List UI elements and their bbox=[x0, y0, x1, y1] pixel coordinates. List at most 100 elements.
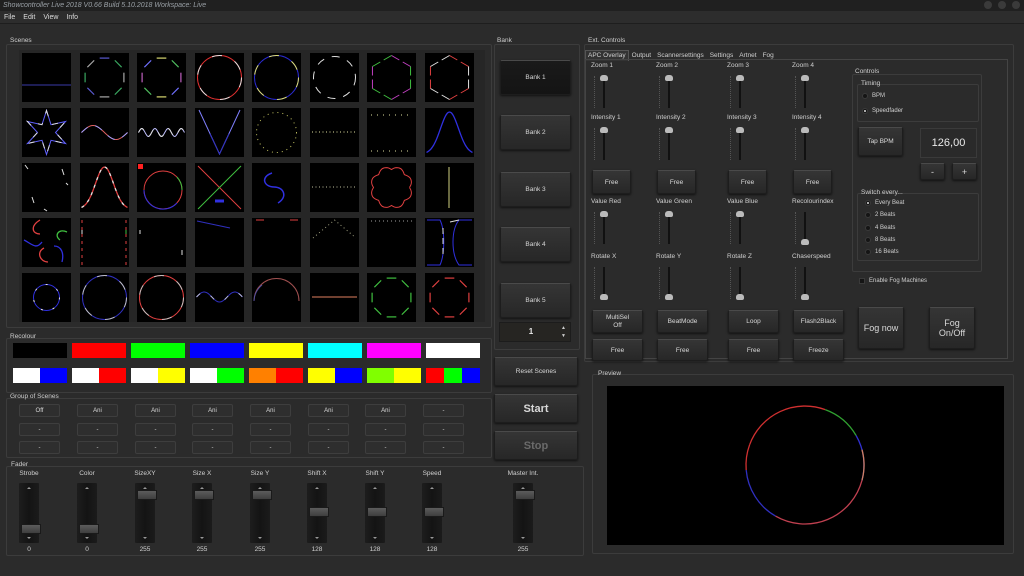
slider-thumb[interactable] bbox=[801, 294, 809, 300]
scene-tile[interactable] bbox=[252, 108, 301, 157]
scene-tile[interactable] bbox=[367, 108, 416, 157]
fader-slider[interactable] bbox=[365, 483, 387, 543]
group-scene-button[interactable]: Off bbox=[19, 404, 60, 417]
scene-tile[interactable] bbox=[22, 53, 71, 102]
fader-thumb[interactable] bbox=[424, 507, 444, 517]
scene-tile[interactable] bbox=[252, 163, 301, 212]
fader-up-arrow-icon[interactable] bbox=[85, 487, 89, 489]
fader-thumb[interactable] bbox=[252, 490, 272, 500]
apc-slider[interactable] bbox=[728, 126, 748, 162]
slider-thumb[interactable] bbox=[600, 75, 608, 81]
bank-spinner[interactable]: 1 ▲ ▼ bbox=[499, 322, 571, 342]
fader-up-arrow-icon[interactable] bbox=[521, 487, 525, 489]
apc-bottom-button[interactable]: Free bbox=[657, 339, 708, 361]
fog-now-button[interactable]: Fog now bbox=[858, 307, 904, 349]
group-scene-button[interactable]: - bbox=[192, 423, 233, 436]
slider-thumb[interactable] bbox=[665, 127, 673, 133]
scene-tile[interactable] bbox=[79, 108, 129, 157]
slider-thumb[interactable] bbox=[801, 239, 809, 245]
bank-button-5[interactable]: Bank 5 bbox=[500, 283, 571, 318]
scene-tile[interactable] bbox=[367, 273, 416, 322]
fader-slider[interactable] bbox=[19, 483, 41, 543]
apc-slider[interactable] bbox=[657, 265, 677, 301]
scene-tile[interactable] bbox=[424, 108, 474, 157]
apc-bottom-button[interactable]: Freeze bbox=[793, 339, 844, 361]
scene-tile[interactable] bbox=[194, 108, 244, 157]
scene-tile[interactable] bbox=[424, 163, 474, 212]
recolour-swatch[interactable] bbox=[367, 368, 421, 383]
group-scene-button[interactable]: - bbox=[135, 423, 176, 436]
apc-slider[interactable] bbox=[657, 210, 677, 246]
stop-button[interactable]: Stop bbox=[494, 431, 578, 460]
slider-thumb[interactable] bbox=[736, 294, 744, 300]
recolour-swatch[interactable] bbox=[131, 343, 185, 358]
apc-slider[interactable] bbox=[728, 210, 748, 246]
scene-tile[interactable] bbox=[194, 273, 244, 322]
scene-tile[interactable] bbox=[79, 218, 129, 267]
apc-free-button[interactable]: Free bbox=[592, 170, 631, 194]
scene-tile[interactable] bbox=[367, 218, 416, 267]
fader-slider[interactable] bbox=[513, 483, 535, 543]
apc-slider[interactable] bbox=[728, 74, 748, 110]
fader-up-arrow-icon[interactable] bbox=[27, 487, 31, 489]
menu-file[interactable]: File bbox=[4, 11, 15, 23]
fader-down-arrow-icon[interactable] bbox=[430, 537, 434, 539]
fog-onoff-button[interactable]: Fog On/Off bbox=[929, 307, 975, 349]
apc-slider[interactable] bbox=[793, 210, 813, 246]
bank-button-4[interactable]: Bank 4 bbox=[500, 227, 571, 262]
fader-up-arrow-icon[interactable] bbox=[143, 487, 147, 489]
scene-tile[interactable] bbox=[137, 163, 186, 212]
apc-slider[interactable] bbox=[728, 265, 748, 301]
scene-tile[interactable] bbox=[309, 53, 359, 102]
apc-slider[interactable] bbox=[793, 74, 813, 110]
close-button[interactable] bbox=[1012, 1, 1020, 9]
menu-info[interactable]: Info bbox=[66, 11, 78, 23]
scene-tile[interactable] bbox=[22, 273, 71, 322]
recolour-swatch[interactable] bbox=[72, 343, 126, 358]
scene-tile[interactable] bbox=[367, 53, 416, 102]
fader-slider[interactable] bbox=[192, 483, 214, 543]
apc-bottom-button[interactable]: Free bbox=[592, 339, 643, 361]
apc-slider[interactable] bbox=[657, 74, 677, 110]
scene-tile[interactable] bbox=[367, 163, 416, 212]
group-scene-button[interactable]: Ani bbox=[135, 404, 176, 417]
slider-thumb[interactable] bbox=[665, 294, 673, 300]
recolour-swatch[interactable] bbox=[13, 368, 67, 383]
apc-mode-button[interactable]: Flash2Black bbox=[793, 310, 844, 333]
scene-tile[interactable] bbox=[79, 53, 129, 102]
group-scene-button[interactable]: - bbox=[77, 423, 118, 436]
fader-up-arrow-icon[interactable] bbox=[315, 487, 319, 489]
fader-down-arrow-icon[interactable] bbox=[200, 537, 204, 539]
switch-every-radio[interactable]: 16 Beats bbox=[865, 249, 899, 256]
slider-thumb[interactable] bbox=[665, 211, 673, 217]
scene-tile[interactable] bbox=[309, 108, 359, 157]
slider-thumb[interactable] bbox=[600, 211, 608, 217]
switch-every-radio[interactable]: 8 Beats bbox=[865, 236, 895, 243]
slider-thumb[interactable] bbox=[600, 127, 608, 133]
fader-up-arrow-icon[interactable] bbox=[200, 487, 204, 489]
fader-down-arrow-icon[interactable] bbox=[258, 537, 262, 539]
bpm-minus-button[interactable]: - bbox=[920, 163, 945, 180]
scene-tile[interactable] bbox=[137, 108, 186, 157]
apc-mode-button[interactable]: MultiSel Off bbox=[592, 310, 643, 333]
group-scene-button[interactable]: - bbox=[423, 441, 464, 454]
spinner-up-icon[interactable]: ▲ bbox=[561, 326, 566, 331]
fader-slider[interactable] bbox=[77, 483, 99, 543]
fader-slider[interactable] bbox=[422, 483, 444, 543]
apc-slider[interactable] bbox=[592, 210, 612, 246]
slider-thumb[interactable] bbox=[801, 75, 809, 81]
menu-edit[interactable]: Edit bbox=[23, 11, 35, 23]
bank-button-3[interactable]: Bank 3 bbox=[500, 172, 571, 207]
start-button[interactable]: Start bbox=[494, 394, 578, 423]
recolour-swatch[interactable] bbox=[249, 368, 303, 383]
fader-thumb[interactable] bbox=[137, 490, 157, 500]
scene-tile[interactable] bbox=[309, 218, 359, 267]
group-scene-button[interactable]: - bbox=[365, 441, 406, 454]
scene-tile[interactable] bbox=[137, 53, 186, 102]
scene-tile[interactable] bbox=[137, 218, 186, 267]
recolour-swatch[interactable] bbox=[426, 368, 480, 383]
scene-tile[interactable] bbox=[252, 53, 301, 102]
apc-free-button[interactable]: Free bbox=[728, 170, 767, 194]
recolour-swatch[interactable] bbox=[426, 343, 480, 358]
apc-slider[interactable] bbox=[592, 74, 612, 110]
